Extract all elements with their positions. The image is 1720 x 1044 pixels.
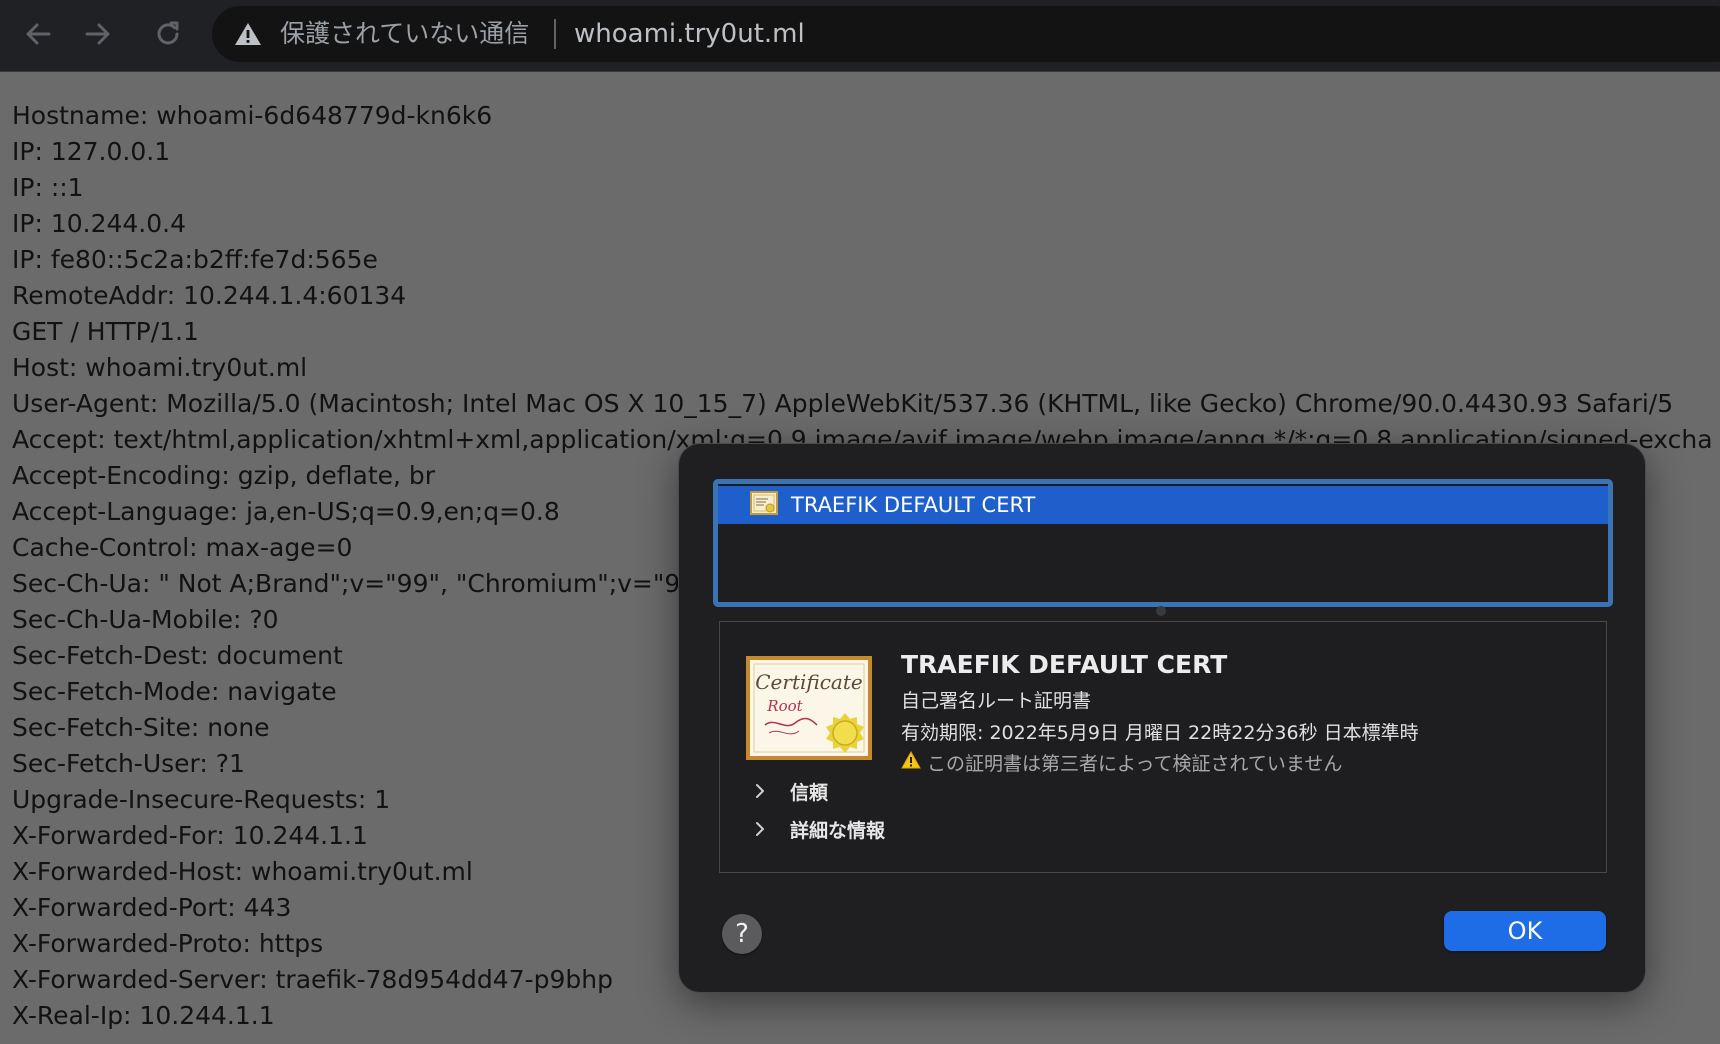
response-line: Host: whoami.try0ut.ml [12,353,308,382]
security-status-text[interactable]: 保護されていない通信 [280,6,529,62]
details-disclosure[interactable]: 詳細な情報 [752,814,885,844]
response-line: User-Agent: Mozilla/5.0 (Macintosh; Inte… [12,389,1674,418]
chevron-right-icon[interactable] [752,782,768,800]
url-separator [554,19,556,49]
browser-toolbar: 保護されていない通信 whoami.try0ut.ml [0,0,1720,72]
address-bar[interactable]: 保護されていない通信 whoami.try0ut.ml [212,6,1720,62]
splitter-handle[interactable] [1156,606,1166,616]
reload-icon [157,21,179,45]
certificate-warning: この証明書は第三者によって検証されていません [927,753,1343,775]
certificate-icon [750,491,778,515]
arrow-right-icon [85,23,110,45]
certificate-list[interactable]: TRAEFIK DEFAULT CERT [713,479,1613,607]
response-line: IP: 10.244.0.4 [12,209,186,238]
response-line: IP: fe80::5c2a:b2ff:fe7d:565e [12,245,378,274]
certificate-type: 自己署名ルート証明書 [901,690,1092,712]
help-button[interactable]: ? [722,914,762,954]
certificate-details: Certificate Root TRAEFIK DEFAULT CERT 自己… [719,621,1607,873]
response-line: GET / HTTP/1.1 [12,317,199,346]
ok-button[interactable]: OK [1444,911,1606,951]
certificate-list-item[interactable]: TRAEFIK DEFAULT CERT [718,486,1608,524]
response-line: RemoteAddr: 10.244.1.4:60134 [12,281,407,310]
certificate-expiry: 有効期限: 2022年5月9日 月曜日 22時22分36秒 日本標準時 [901,722,1419,744]
trust-disclosure[interactable]: 信頼 [752,776,828,806]
warning-triangle-icon [901,751,921,769]
response-line: X-Real-Ip: 10.244.1.1 [12,1001,275,1030]
certificate-title: TRAEFIK DEFAULT CERT [901,650,1228,679]
reload-button[interactable] [148,14,188,54]
certificate-list-item-label[interactable]: TRAEFIK DEFAULT CERT [791,486,1035,524]
chevron-right-icon[interactable] [752,820,768,838]
arrow-left-icon [26,23,51,45]
warning-triangle-icon[interactable] [234,21,262,47]
back-button[interactable] [18,14,58,54]
url-text[interactable]: whoami.try0ut.ml [574,6,805,62]
certificate-image-subtitle: Root [766,697,803,715]
certificate-dialog: TRAEFIK DEFAULT CERT Certificate Root TR… [678,443,1646,993]
certificate-image-title: Certificate [755,670,862,694]
certificate-root-icon: Certificate Root [746,656,872,760]
response-line: IP: ::1 [12,173,84,202]
forward-button[interactable] [78,14,118,54]
details-disclosure-label[interactable]: 詳細な情報 [790,816,885,843]
response-line: IP: 127.0.0.1 [12,137,171,166]
response-line: Hostname: whoami-6d648779d-kn6k6 [12,101,493,130]
trust-disclosure-label[interactable]: 信頼 [790,778,828,805]
